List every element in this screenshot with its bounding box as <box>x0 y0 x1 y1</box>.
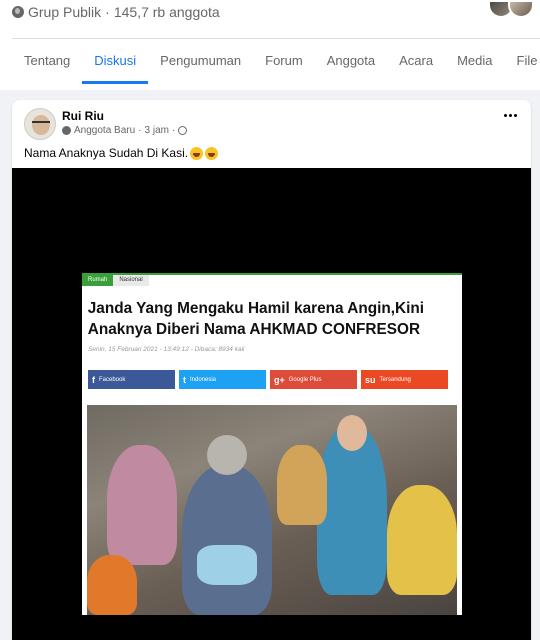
share-twitter-button: t Indonesia <box>179 370 266 389</box>
tab-forum[interactable]: Forum <box>253 39 315 84</box>
post-card: Rui Riu Anggota Baru · 3 jam · Nama Anak… <box>12 100 531 640</box>
share-label: Indonesia <box>190 376 217 383</box>
meta-dot: · <box>171 125 176 136</box>
photo-figure <box>277 445 327 525</box>
tab-file[interactable]: File <box>505 39 540 84</box>
share-label: Google Plus <box>288 376 322 383</box>
author-role: Anggota Baru <box>74 125 136 136</box>
photo-figure <box>207 435 247 475</box>
headline-line-1: Janda Yang Mengaku Hamil karena Angin,Ki… <box>87 300 425 317</box>
crumb-section: Nasional <box>113 275 149 286</box>
avatar[interactable] <box>24 108 56 140</box>
group-members[interactable]: 145,7 rb anggota <box>114 4 220 20</box>
photo-figure <box>197 545 257 585</box>
globe-icon <box>12 6 24 18</box>
crumb-home: Rumah <box>82 275 114 286</box>
share-label: Facebook <box>99 376 126 383</box>
post-text: Nama Anaknya Sudah Di Kasi. <box>24 146 219 160</box>
facebook-icon: f <box>92 374 95 385</box>
headline-line-2: Anaknya Diberi Nama AHKMAD CONFRESOR <box>87 321 421 338</box>
post-text-body: Nama Anaknya Sudah Di Kasi. <box>24 146 189 160</box>
photo-figure <box>182 465 272 615</box>
audience-globe-icon <box>178 126 188 135</box>
avatar-glasses <box>32 121 50 125</box>
share-facebook-button: f Facebook <box>88 370 175 389</box>
group-tabs: Tentang Diskusi Pengumuman Forum Anggota… <box>12 39 540 84</box>
google-plus-icon: g+ <box>274 374 285 385</box>
tab-diskusi[interactable]: Diskusi <box>82 39 149 84</box>
tab-pengumuman[interactable]: Pengumuman <box>148 39 253 84</box>
breadcrumb: Rumah Nasional <box>82 273 462 286</box>
share-buttons: f Facebook t Indonesia g+ Google Plus su Ter… <box>82 353 462 389</box>
more-icon[interactable] <box>504 114 517 117</box>
post-image[interactable]: Rumah Nasional Janda Yang Mengaku Hamil … <box>12 168 531 640</box>
share-google-button: g+ Google Plus <box>270 370 357 389</box>
member-badge-icon <box>62 126 71 135</box>
tab-anggota[interactable]: Anggota <box>315 39 387 84</box>
article-headline: Janda Yang Mengaku Hamil karena Angin,Ki… <box>82 286 447 340</box>
laughing-emoji-icon <box>190 146 204 160</box>
member-avatars[interactable] <box>488 0 534 18</box>
post-meta: Anggota Baru · 3 jam · <box>62 125 188 136</box>
stumbleupon-icon: su <box>365 374 376 385</box>
post-time[interactable]: 3 jam <box>145 125 169 136</box>
tab-tentang[interactable]: Tentang <box>12 39 82 84</box>
photo-figure <box>387 485 457 595</box>
share-label: Tersandung <box>379 376 411 383</box>
share-stumble-button: su Tersandung <box>361 370 448 389</box>
post-author[interactable]: Rui Riu <box>62 109 104 123</box>
twitter-icon: t <box>183 374 186 385</box>
tab-media[interactable]: Media <box>445 39 504 84</box>
photo-figure <box>107 445 177 565</box>
group-meta: Grup Publik · 145,7 rb anggota <box>12 4 220 20</box>
group-privacy: Grup Publik <box>28 4 102 20</box>
meta-dot: · <box>138 125 142 136</box>
photo-figure <box>87 555 137 615</box>
photo-figure <box>337 415 367 451</box>
article-dateline: Senin, 15 Februari 2021 - 13:49:12 - Dib… <box>88 346 245 353</box>
tab-acara[interactable]: Acara <box>387 39 445 84</box>
news-screenshot: Rumah Nasional Janda Yang Mengaku Hamil … <box>82 273 462 615</box>
avatar-face <box>32 115 50 135</box>
news-photo <box>87 405 457 615</box>
laughing-emoji-icon <box>205 146 219 160</box>
avatar[interactable] <box>508 0 534 18</box>
meta-separator: · <box>105 4 110 20</box>
group-header: Grup Publik · 145,7 rb anggota Tentang D… <box>0 0 540 90</box>
